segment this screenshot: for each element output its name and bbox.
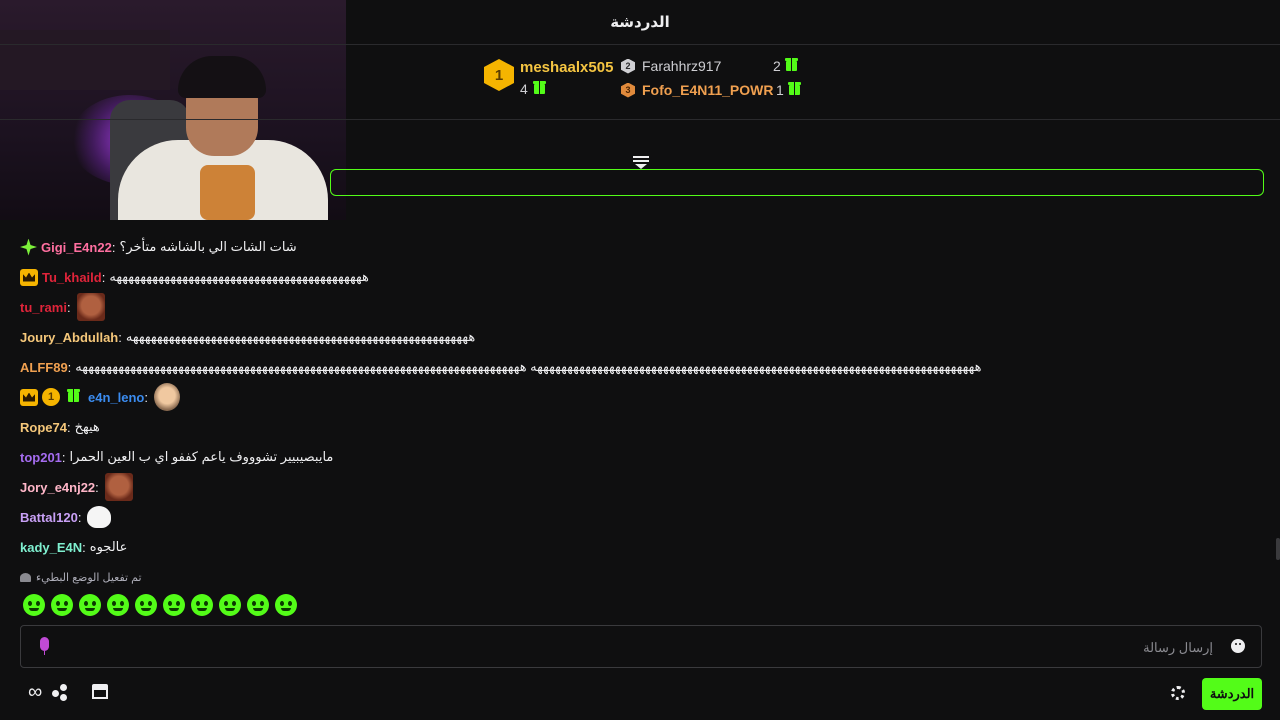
leaderboard-first-place[interactable]: 1 meshaalx505 4 [484, 59, 613, 97]
chat-username[interactable]: ALFF89 [20, 360, 68, 375]
chat-message-list: Gigi_E4n22: شات الشات الي بالشاشه متأخر؟ T… [20, 232, 1260, 562]
emote-button[interactable] [23, 594, 45, 616]
username-separator: : [66, 419, 71, 435]
username-separator: : [101, 269, 106, 285]
rank-3-badge-icon: 3 [621, 82, 635, 98]
emote-button[interactable] [191, 594, 213, 616]
leaderboard-first-name: meshaalx505 [520, 59, 614, 76]
chat-username[interactable]: Jory_e4nj22 [20, 480, 95, 495]
chat-message: top201: مايبصيبيير تشوووف ياعم كففو اي ب … [20, 442, 1260, 472]
username-separator: : [111, 239, 116, 255]
gift-badge-icon [64, 388, 82, 406]
slow-mode-notice: تم تفعيل الوضع البطيء [20, 571, 142, 584]
chat-message: Gigi_E4n22: شات الشات الي بالشاشه متأخر؟ [20, 232, 1260, 262]
chat-message-text: هههههههههههههههههههههههههههههههههههههههه… [109, 269, 369, 284]
gift-icon [784, 58, 798, 71]
chat-footer: ∞ الدردشة [0, 676, 1280, 712]
infinity-icon[interactable]: ∞ [28, 681, 42, 703]
chat-username[interactable]: Gigi_E4n22 [41, 240, 112, 255]
chat-message: Rope74: هيهخ [20, 412, 1260, 442]
gift-icon [532, 81, 546, 94]
chat-username[interactable]: Tu_khaild [42, 270, 102, 285]
emote-button[interactable] [51, 594, 73, 616]
emote-button[interactable] [79, 594, 101, 616]
username-separator: : [118, 329, 122, 345]
microphone-icon[interactable] [39, 637, 51, 657]
username-separator: : [61, 449, 66, 465]
chat-header: الدردشة [0, 0, 1280, 45]
chat-message: Tu_khaild: هههههههههههههههههههههههههههههه… [20, 262, 1260, 292]
chat-username[interactable]: kady_E4N [20, 540, 82, 555]
username-separator: : [77, 509, 82, 525]
chat-message: ALFF89: ههههههههههههههههههههههههههههههههه… [20, 352, 1260, 382]
gift-leaderboard: 1 meshaalx505 4 2 Farahhrz917 2 3 Fofo_E… [0, 45, 1280, 169]
leaderboard-first-count: 4 [520, 81, 613, 97]
sparkle-badge-icon [20, 238, 37, 256]
username-separator: : [82, 539, 86, 555]
leaderboard-third-count: 1 [776, 82, 784, 98]
chat-input-box [20, 625, 1262, 668]
chat-message-input[interactable] [81, 626, 1215, 668]
chat-username[interactable]: Joury_Abdullah [20, 330, 118, 345]
rank-2-badge-icon: 2 [621, 58, 635, 74]
chat-username[interactable]: tu_rami [20, 300, 67, 315]
chat-message-text: مايبصيبيير تشوووف ياعم كففو اي ب العين ا… [69, 449, 334, 464]
chat-message: tu_rami: [20, 292, 1260, 322]
quick-emotes-bar [23, 594, 297, 616]
snail-icon [20, 573, 31, 582]
emote-button[interactable] [247, 594, 269, 616]
chat-message-text: عالجوه [89, 539, 128, 554]
crown-badge-icon [20, 268, 38, 286]
chat-username[interactable]: e4n_leno [88, 390, 144, 405]
emote-button[interactable] [135, 594, 157, 616]
chat-message-text: هههههههههههههههههههههههههههههههههههههههه… [125, 329, 476, 344]
emote-button[interactable] [163, 594, 185, 616]
leaderboard-second-place[interactable]: 2 Farahhrz917 2 [621, 58, 798, 74]
emote-button[interactable] [107, 594, 129, 616]
leaderboard-second-count: 2 [773, 58, 781, 74]
chat-message-text: هههههههههههههههههههههههههههههههههههههههه… [75, 359, 982, 374]
leaderboard-third-place[interactable]: 3 Fofo_E4N11_POWR 1 [621, 82, 801, 98]
chat-emote-icon[interactable] [153, 383, 180, 411]
username-separator: : [66, 299, 71, 315]
username-separator: : [67, 359, 72, 375]
emote-button[interactable] [275, 594, 297, 616]
chat-username[interactable]: top201 [20, 450, 62, 465]
leaderboard-third-name: Fofo_E4N11_POWR [642, 82, 774, 98]
chat-message-text: هيهخ [74, 419, 100, 434]
video-shirt-print [200, 165, 255, 220]
chat-message: Joury_Abdullah: ههههههههههههههههههههههههه… [20, 322, 1260, 352]
chat-message: kady_E4N: عالجوه [20, 532, 1260, 562]
chat-message: 1 e4n_leno: [20, 382, 1260, 412]
pinned-message-box[interactable] [330, 169, 1264, 196]
expand-leaderboard-icon[interactable] [633, 156, 649, 170]
leaderboard-second-name: Farahhrz917 [642, 58, 722, 74]
chat-emote-icon[interactable] [87, 506, 112, 528]
chat-emote-icon[interactable] [76, 293, 105, 321]
send-chat-button[interactable]: الدردشة [1202, 678, 1262, 710]
store-icon[interactable] [92, 684, 108, 700]
chat-message: Battal120: [20, 502, 1260, 532]
gear-icon[interactable] [1171, 686, 1185, 700]
chat-title: الدردشة [610, 14, 670, 31]
chat-username[interactable]: Battal120 [20, 510, 78, 525]
slow-mode-text: تم تفعيل الوضع البطيء [36, 572, 142, 584]
chat-emote-icon[interactable] [104, 473, 133, 501]
leaderboard-first-count-value: 4 [520, 81, 528, 97]
chat-username[interactable]: Rope74 [20, 420, 67, 435]
username-separator: : [95, 479, 99, 495]
emote-button[interactable] [219, 594, 241, 616]
username-separator: : [144, 389, 148, 405]
crown-badge-icon [20, 388, 38, 406]
scrollbar-thumb[interactable] [1276, 538, 1280, 560]
rank-1-badge-icon: 1 [42, 388, 60, 406]
chat-message-text: شات الشات الي بالشاشه متأخر؟ [119, 239, 297, 254]
predictions-icon[interactable] [52, 684, 70, 702]
emoji-picker-icon[interactable] [1231, 639, 1245, 653]
gift-icon [787, 82, 801, 95]
rank-1-badge-icon: 1 [484, 59, 514, 91]
chat-message: Jory_e4nj22: [20, 472, 1260, 502]
